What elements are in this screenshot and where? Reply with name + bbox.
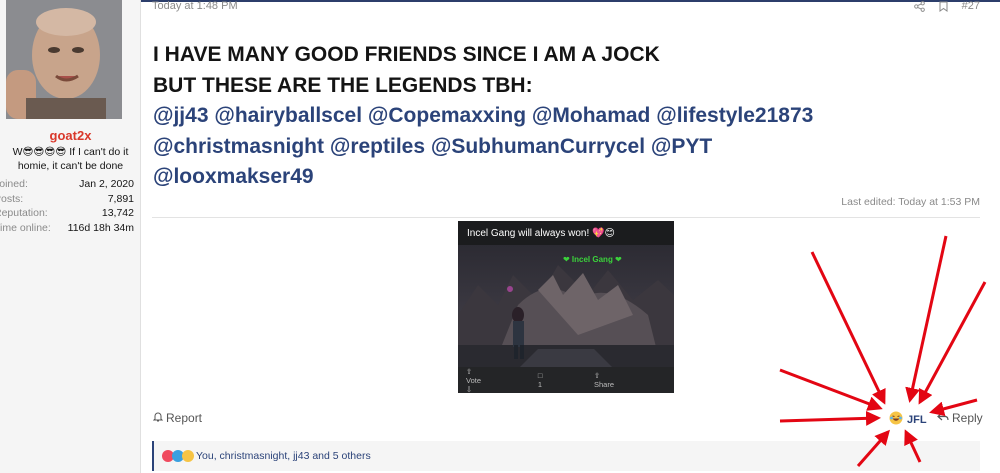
stat-value: Jan 2, 2020 xyxy=(79,178,134,190)
mentions-line-3[interactable]: @looxmakser49 xyxy=(153,162,953,193)
laughing-emoji-icon xyxy=(889,411,903,428)
stat-label: Posts: xyxy=(0,192,24,205)
user-title: W😎😎😎😎 If I can't do it homie, it can't b… xyxy=(12,146,129,172)
vote-control[interactable]: ⇧ Vote ⇩ xyxy=(466,367,512,394)
reply-button[interactable]: Reply xyxy=(937,411,983,425)
post-main: Today at 1:48 PM #27 I HAVE MANY GOOD FR… xyxy=(141,0,1000,473)
mentions-line-1[interactable]: @jj43 @hairyballscel @Copemaxxing @Moham… xyxy=(153,101,953,132)
embedded-image[interactable]: Incel Gang will always won! 💖😊 ❤ Incel G… xyxy=(458,221,674,393)
share-label: Share xyxy=(593,380,614,389)
divider xyxy=(152,217,980,218)
laughing-emoji-icon xyxy=(182,450,194,462)
stat-value: 116d 18h 34m xyxy=(67,221,134,234)
react-label: JFL xyxy=(907,413,927,426)
embed-caption: Incel Gang will always won! 💖😊 xyxy=(467,228,615,239)
stat-label: Time online: xyxy=(0,221,51,234)
stat-label: Reputation: xyxy=(0,207,48,219)
post-line-2: BUT THESE ARE THE LEGENDS TBH: xyxy=(153,73,533,97)
reactions-bar[interactable]: You, christmasnight, jj43 and 5 others xyxy=(152,441,980,471)
username[interactable]: goat2x xyxy=(0,128,141,143)
stat-label: Joined: xyxy=(0,178,28,190)
stat-value: 7,891 xyxy=(107,192,134,205)
avatar[interactable] xyxy=(6,0,122,119)
reaction-icons xyxy=(162,450,194,462)
post-number[interactable]: #27 xyxy=(962,0,980,12)
avatar-photo xyxy=(6,0,122,119)
post-tools: #27 xyxy=(913,0,980,12)
react-button[interactable]: JFL xyxy=(889,411,927,428)
bell-icon xyxy=(152,411,164,425)
last-edited: Last edited: Today at 1:53 PM xyxy=(841,196,980,208)
bookmark-icon[interactable] xyxy=(939,1,948,12)
post-line-1: I HAVE MANY GOOD FRIENDS SINCE I AM A JO… xyxy=(153,43,660,66)
embed-footer: ⇧ Vote ⇩ □ 1 ⇧ Share xyxy=(458,367,674,393)
comments-label: 1 xyxy=(537,380,542,389)
stat-posts: Posts: 7,891 xyxy=(0,192,134,207)
vote-label: Vote xyxy=(466,375,482,385)
reactions-summary[interactable]: You, christmasnight, jj43 and 5 others xyxy=(196,450,371,462)
game-scene-image xyxy=(458,245,674,379)
report-button[interactable]: Report xyxy=(152,411,203,425)
user-stats: Joined: Jan 2, 2020 Posts: 7,891 Reputat… xyxy=(0,177,134,235)
user-sidebar: goat2x W😎😎😎😎 If I can't do it homie, it … xyxy=(0,0,141,473)
stat-reputation: Reputation: 13,742 xyxy=(0,206,134,221)
share-icon[interactable] xyxy=(913,0,925,12)
reply-label: Reply xyxy=(952,411,983,425)
report-label: Report xyxy=(166,411,203,425)
reply-icon xyxy=(937,411,949,425)
post-body: I HAVE MANY GOOD FRIENDS SINCE I AM A JO… xyxy=(153,40,953,193)
comments-count[interactable]: □ 1 xyxy=(538,371,568,389)
stat-joined: Joined: Jan 2, 2020 xyxy=(0,177,134,192)
mentions-line-2[interactable]: @christmasnight @reptiles @SubhumanCurry… xyxy=(153,132,953,163)
share-control[interactable]: ⇧ Share xyxy=(594,371,640,389)
stat-time-online: Time online: 116d 18h 34m xyxy=(0,221,134,236)
incel-gang-label: ❤ Incel Gang ❤ xyxy=(563,255,622,264)
stat-value: 13,742 xyxy=(101,207,134,219)
post-time[interactable]: Today at 1:48 PM xyxy=(152,0,238,12)
